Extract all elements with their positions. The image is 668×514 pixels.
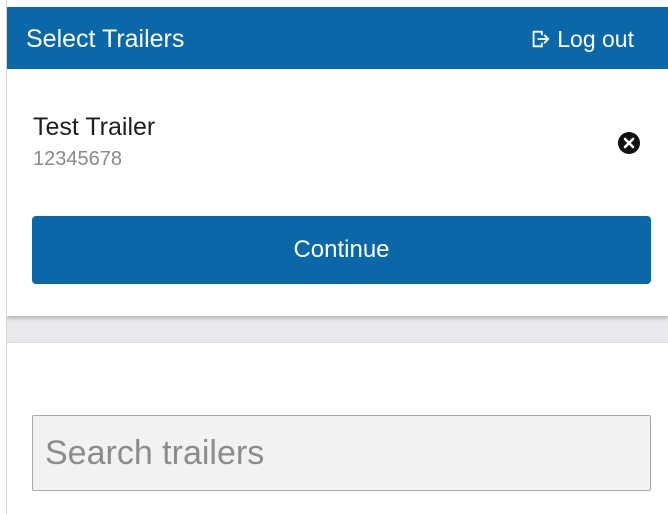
left-edge [0, 0, 7, 514]
selected-trailers-card: Test Trailer 12345678 Continue [7, 69, 668, 316]
remove-trailer-button[interactable] [617, 131, 641, 155]
search-field [32, 415, 651, 491]
page-title: Select Trailers [26, 25, 185, 53]
logout-button[interactable]: Log out [529, 24, 634, 54]
continue-button[interactable]: Continue [32, 216, 651, 284]
app-header: Select Trailers Log out [7, 7, 668, 69]
trailer-name: Test Trailer [33, 113, 156, 141]
close-circle-icon [617, 131, 641, 155]
logout-label: Log out [557, 25, 634, 52]
log-out-icon [529, 28, 551, 50]
app-frame: Select Trailers Log out Test Trailer 123… [0, 0, 668, 514]
search-input[interactable] [32, 415, 651, 491]
section-divider [7, 316, 668, 343]
trailer-number: 12345678 [33, 148, 122, 170]
